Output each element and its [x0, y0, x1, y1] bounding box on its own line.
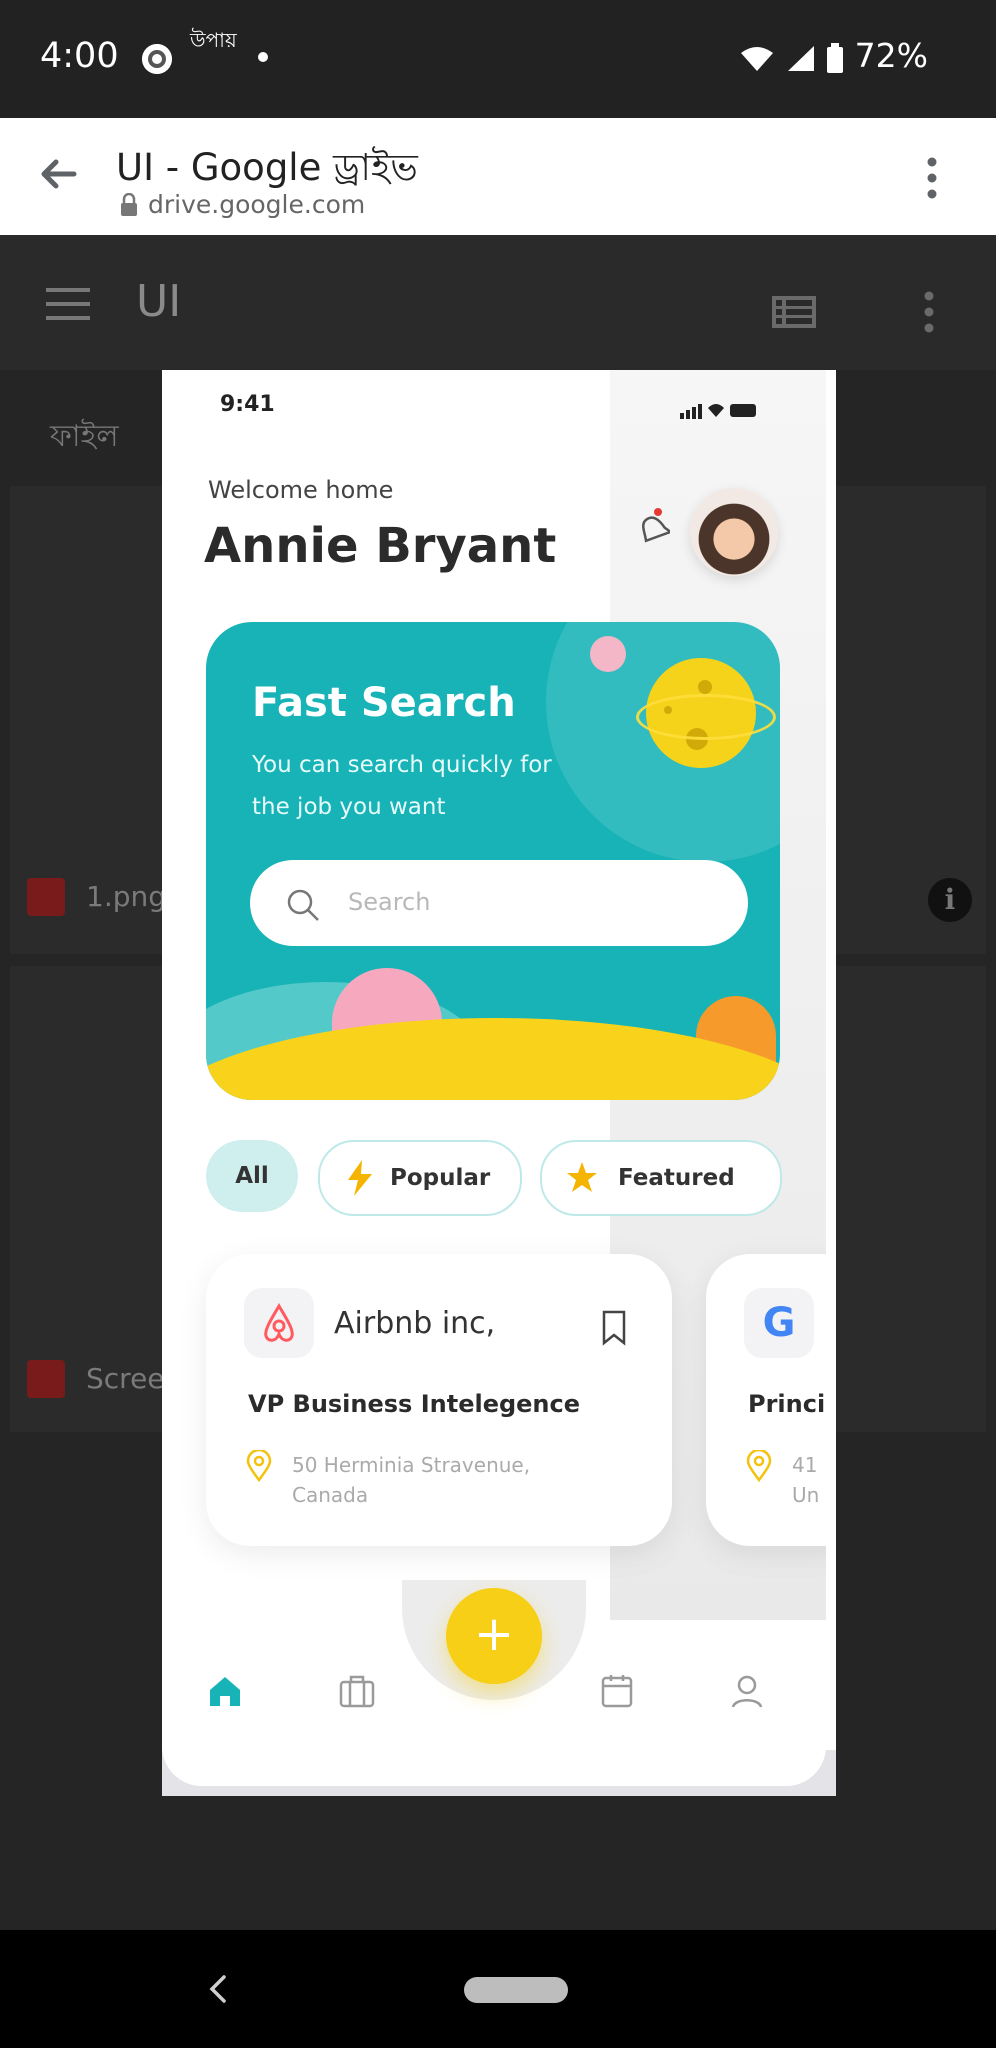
moon-icon — [590, 636, 626, 672]
phone-screen: 9:41 Welcome home Annie Bryant Fast Sear… — [162, 370, 826, 1786]
chip-label: All — [235, 1163, 269, 1189]
file-name[interactable]: Scree — [86, 1362, 165, 1395]
files-section-label: ফাইল — [50, 419, 119, 454]
briefcase-icon[interactable] — [338, 1672, 376, 1710]
record-icon — [142, 44, 172, 74]
job-title: VP Business Intelegence — [248, 1390, 581, 1418]
job-address: 41 Un — [792, 1453, 820, 1507]
phone-time: 9:41 — [220, 392, 275, 417]
lightning-icon — [348, 1160, 372, 1196]
signal-icon — [787, 45, 814, 71]
status-time: 4:00 — [40, 36, 119, 76]
user-name: Annie Bryant — [204, 518, 557, 574]
page-url: drive.google.com — [148, 190, 365, 219]
notification-bell-icon[interactable] — [634, 506, 670, 550]
hero-title: Fast Search — [252, 680, 516, 726]
list-view-icon[interactable] — [772, 296, 816, 328]
company-name: Airbnb inc, — [334, 1306, 496, 1341]
add-button[interactable]: + — [446, 1588, 542, 1684]
page-url-text: drive.google.com — [148, 190, 366, 219]
planet-ring — [636, 694, 776, 740]
star-icon — [567, 1162, 597, 1192]
drive-overflow-menu-icon[interactable] — [920, 290, 938, 334]
battery-icon — [827, 42, 844, 73]
app-notification-label: উপায় — [190, 28, 237, 52]
image-file-icon — [27, 1360, 65, 1398]
notification-dot-icon — [258, 52, 268, 62]
menu-icon[interactable] — [46, 288, 90, 320]
image-file-icon — [27, 878, 65, 916]
back-arrow-icon[interactable] — [34, 150, 82, 198]
filter-chip-featured[interactable]: Featured — [540, 1140, 782, 1216]
job-address: 50 Herminia Stravenue, Canada — [292, 1453, 531, 1507]
file-name[interactable]: 1.png — [86, 880, 166, 913]
folder-title: UI — [136, 276, 182, 327]
job-card[interactable]: G Princip 41 Un — [706, 1254, 826, 1546]
search-input[interactable]: Search — [250, 860, 748, 946]
nav-home-pill[interactable] — [464, 1977, 568, 2003]
lock-icon — [121, 193, 137, 216]
job-title: Princip — [748, 1390, 826, 1418]
hero-subtitle: You can search quickly for the job you w… — [252, 752, 552, 820]
airbnb-icon — [244, 1288, 314, 1358]
location-pin-icon — [246, 1450, 272, 1482]
calendar-icon[interactable] — [598, 1672, 636, 1710]
google-logo-letter: G — [762, 1300, 796, 1346]
welcome-text: Welcome home — [208, 476, 394, 504]
location-pin-icon — [746, 1450, 772, 1482]
info-icon[interactable]: i — [928, 878, 972, 922]
profile-icon[interactable] — [728, 1672, 766, 1710]
image-preview: 9:41 Welcome home Annie Bryant Fast Sear… — [162, 370, 836, 1796]
chip-label: Popular — [390, 1165, 491, 1191]
search-icon — [287, 889, 319, 921]
wifi-icon — [741, 46, 774, 71]
bookmark-icon[interactable] — [600, 1310, 628, 1346]
phone-status-icons — [680, 404, 756, 419]
job-card[interactable]: Airbnb inc, VP Business Intelegence 50 H… — [206, 1254, 672, 1546]
fast-search-card: Fast Search You can search quickly for t… — [206, 622, 780, 1100]
home-icon[interactable] — [206, 1672, 244, 1710]
nav-back-icon[interactable] — [206, 1974, 230, 2004]
filter-chip-popular[interactable]: Popular — [318, 1140, 522, 1216]
google-icon: G — [744, 1288, 814, 1358]
battery-percent: 72% — [854, 36, 928, 75]
avatar[interactable] — [690, 488, 778, 576]
filter-chip-all[interactable]: All — [206, 1140, 298, 1212]
overflow-menu-icon[interactable] — [922, 156, 942, 200]
chip-label: Featured — [618, 1165, 735, 1191]
battery-status: 72% — [739, 36, 928, 75]
search-placeholder: Search — [348, 888, 431, 916]
